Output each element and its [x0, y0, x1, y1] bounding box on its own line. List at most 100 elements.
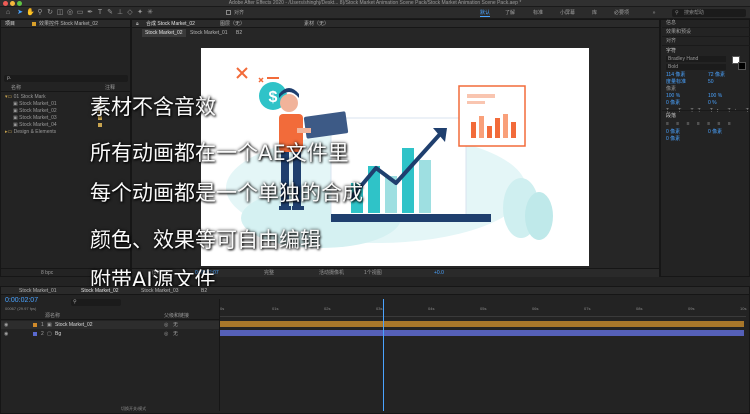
- pen-tool-icon[interactable]: ✒: [86, 9, 94, 17]
- zoom-tool-icon[interactable]: ⚲: [36, 9, 44, 17]
- time-ruler[interactable]: 0s 01s 02s 03s 04s 05s 06s 07s 08s 09s 10s: [220, 305, 746, 317]
- eraser-tool-icon[interactable]: ◇: [126, 9, 134, 17]
- project-panel-header: 项目 效果控件 Stock Market_02: [1, 20, 130, 28]
- parent-link-icon[interactable]: ◎: [164, 330, 168, 338]
- project-item-comp-03[interactable]: ▣ Stock Market_03: [13, 115, 57, 121]
- timeline-tab-b2[interactable]: B2: [201, 287, 207, 295]
- layer-row-1[interactable]: ◉ 1 ▣ Stock Market_02 ◎ 无: [1, 321, 219, 329]
- lock-icon[interactable]: 🔒︎: [136, 20, 139, 28]
- space-before-value[interactable]: 0 像素: [666, 136, 680, 142]
- puppet-tool-icon[interactable]: ✳: [146, 9, 154, 17]
- timeline-tab-03[interactable]: Stock Market_03: [141, 287, 179, 295]
- tab-effect-controls[interactable]: 效果控件 Stock Market_02: [39, 20, 98, 28]
- workspace-small-screen[interactable]: 小屏幕: [560, 10, 575, 16]
- search-help-input[interactable]: ⚲ 搜索帮助: [672, 9, 746, 17]
- brush-tool-icon[interactable]: ✎: [106, 9, 114, 17]
- timeline-tab-02[interactable]: Stock Market_02: [81, 287, 119, 295]
- vertical-scale-value[interactable]: 100 %: [666, 93, 680, 99]
- layer-1-duration-bar[interactable]: [220, 321, 744, 327]
- timeline-search-input[interactable]: ⚲: [71, 299, 121, 306]
- stroke-width-unit[interactable]: 像素: [666, 86, 676, 92]
- toggle-switches-modes[interactable]: 切换开关/模式: [121, 406, 146, 412]
- indent-left-value[interactable]: 0 像素: [666, 129, 680, 135]
- timeline-track-area[interactable]: 0s 01s 02s 03s 04s 05s 06s 07s 08s 09s 10s: [219, 299, 749, 411]
- visibility-eye-icon[interactable]: ◉: [4, 330, 8, 338]
- roto-tool-icon[interactable]: ✦: [136, 9, 144, 17]
- layer-row-2[interactable]: ◉ 2 ▢ Bg ◎ 无: [1, 330, 219, 338]
- report-card-illustration: [458, 85, 526, 147]
- layer-name[interactable]: Bg: [55, 330, 61, 338]
- home-icon[interactable]: ⌂: [4, 9, 12, 17]
- tab-composition[interactable]: 合成 Stock Market_02: [146, 20, 195, 28]
- timeline-panel: Stock Market_01 Stock Market_02 Stock Ma…: [0, 286, 750, 414]
- breadcrumb-stock-market-01[interactable]: Stock Market_01: [190, 29, 228, 37]
- horizontal-scale-value[interactable]: 100 %: [708, 93, 722, 99]
- snap-checkbox[interactable]: [226, 10, 231, 15]
- tracking-value[interactable]: 50: [708, 79, 714, 85]
- tsume-value[interactable]: 0 %: [708, 100, 717, 106]
- project-folder-01[interactable]: ▾▭ 01 Stock Mark: [5, 94, 46, 100]
- timeline-frame-info: 00067 (29.97 fps): [5, 306, 37, 311]
- panel-info[interactable]: 信息: [662, 19, 750, 28]
- font-style-dropdown[interactable]: Bold: [666, 64, 726, 70]
- visibility-eye-icon[interactable]: ◉: [4, 321, 8, 329]
- views-dropdown[interactable]: 1个视图: [364, 270, 382, 276]
- col-parent-link[interactable]: 父级和链接: [164, 313, 189, 319]
- timeline-tab-01[interactable]: Stock Market_01: [19, 287, 57, 295]
- layer-label-color[interactable]: [33, 323, 37, 327]
- resolution-dropdown[interactable]: 完整: [264, 270, 274, 276]
- selection-tool-icon[interactable]: ➤: [16, 9, 24, 17]
- exposure-value[interactable]: +0.0: [434, 270, 444, 276]
- composition-icon: ▣: [13, 122, 18, 128]
- workspace-default[interactable]: 默认: [480, 10, 491, 17]
- panel-effects-presets[interactable]: 效果和预设: [662, 28, 750, 37]
- rotate-tool-icon[interactable]: ↻: [46, 9, 54, 17]
- parent-dropdown[interactable]: 无: [173, 330, 178, 338]
- workspace-standard[interactable]: 标准: [533, 10, 543, 16]
- kerning-value[interactable]: 度量标准: [666, 79, 686, 85]
- baseline-shift-value[interactable]: 0 像素: [666, 100, 680, 106]
- stroke-color-swatch[interactable]: [738, 62, 746, 70]
- project-folder-design[interactable]: ▸▭ Design & Elements: [5, 129, 56, 135]
- tab-project[interactable]: 项目: [5, 20, 15, 28]
- project-item-comp-04[interactable]: ▣ Stock Market_04: [13, 122, 57, 128]
- indent-right-value[interactable]: 0 像素: [708, 129, 722, 135]
- project-item-comp-02[interactable]: ▣ Stock Market_02: [13, 108, 57, 114]
- font-size-value[interactable]: 114 像素: [666, 72, 685, 78]
- pan-behind-tool-icon[interactable]: ◎: [66, 9, 74, 17]
- parent-dropdown[interactable]: 无: [173, 321, 178, 329]
- layer-2-duration-bar[interactable]: [220, 330, 744, 336]
- workspace-more-icon[interactable]: »: [650, 9, 658, 17]
- leading-value[interactable]: 72 像素: [708, 72, 725, 78]
- tab-footage[interactable]: 素材（无）: [304, 20, 329, 28]
- camera-tool-icon[interactable]: ◫: [56, 9, 64, 17]
- col-source-name[interactable]: 源名称: [45, 313, 60, 319]
- panel-align[interactable]: 对齐: [662, 37, 750, 46]
- parent-link-icon[interactable]: ◎: [164, 321, 168, 329]
- project-search-input[interactable]: ρ.: [4, 75, 128, 82]
- camera-dropdown[interactable]: 活动摄像机: [319, 270, 344, 276]
- breadcrumb-stock-market-02[interactable]: Stock Market_02: [142, 29, 186, 37]
- layer-name[interactable]: Stock Market_02: [55, 321, 93, 329]
- workspace-essentials[interactable]: 必要项: [614, 10, 629, 16]
- workspace-learn[interactable]: 了解: [505, 10, 515, 16]
- hand-tool-icon[interactable]: ✋: [26, 9, 35, 17]
- project-item-label: Stock Market_02: [19, 108, 57, 114]
- ruler-tick-label: 01s: [272, 306, 279, 311]
- text-tool-icon[interactable]: T: [96, 9, 104, 17]
- col-comment-header[interactable]: 注释: [105, 85, 115, 91]
- solid-icon: ▢: [47, 331, 52, 337]
- rectangle-tool-icon[interactable]: ▭: [76, 9, 84, 17]
- breadcrumb-b2[interactable]: B2: [236, 29, 242, 37]
- bit-depth-label[interactable]: 8 bpc: [41, 270, 53, 276]
- col-name-header[interactable]: 名称: [11, 85, 21, 91]
- tab-layer[interactable]: 图层（无）: [220, 20, 245, 28]
- font-family-dropdown[interactable]: Bradley Hand: [666, 56, 726, 62]
- current-time-indicator[interactable]: [383, 299, 384, 411]
- workspace-libraries[interactable]: 库: [592, 10, 597, 16]
- project-item-comp-01[interactable]: ▣ Stock Market_01: [13, 101, 57, 107]
- timeline-timecode[interactable]: 0:00:02:07: [5, 297, 38, 304]
- stamp-tool-icon[interactable]: ⊥: [116, 9, 124, 17]
- paragraph-align-buttons[interactable]: ≡ ≡ ≡ ≡ ≡ ≡ ≡: [666, 121, 734, 127]
- layer-label-color[interactable]: [33, 332, 37, 336]
